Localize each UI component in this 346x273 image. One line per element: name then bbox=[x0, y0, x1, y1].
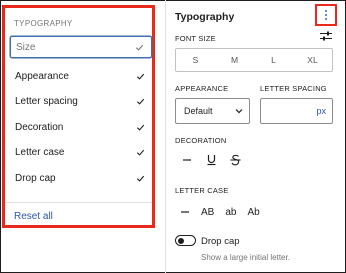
font-size-label: FONT SIZE bbox=[175, 34, 216, 43]
menu-item-label: Drop cap bbox=[15, 172, 56, 184]
letter-case-capitalize-button[interactable]: Ab bbox=[247, 205, 259, 219]
decoration-none-button[interactable] bbox=[180, 153, 194, 167]
menu-item-letter-case[interactable]: Letter case bbox=[10, 141, 152, 163]
menu-item-size[interactable]: Size bbox=[10, 36, 152, 58]
typography-options-button[interactable] bbox=[315, 4, 337, 26]
underline-icon bbox=[207, 155, 215, 166]
decoration-label: DECORATION bbox=[175, 136, 227, 145]
letter-case-options: AB ab Ab bbox=[180, 205, 260, 219]
menu-item-drop-cap[interactable]: Drop cap bbox=[10, 167, 152, 189]
letter-spacing-unit[interactable]: px bbox=[316, 106, 326, 116]
typography-options-menu: TYPOGRAPHY Size Appearance Letter spacin… bbox=[2, 5, 155, 228]
check-icon bbox=[136, 174, 145, 183]
reset-all-button[interactable]: Reset all bbox=[14, 211, 53, 222]
check-icon bbox=[136, 123, 145, 132]
menu-item-label: Decoration bbox=[15, 121, 64, 133]
font-size-picker: S M L XL bbox=[175, 48, 333, 72]
letter-spacing-input[interactable]: px bbox=[260, 98, 333, 124]
menu-item-label: Letter spacing bbox=[15, 95, 78, 107]
appearance-value: Default bbox=[184, 106, 213, 116]
letter-case-lowercase-button[interactable]: ab bbox=[225, 205, 236, 219]
chevron-down-icon bbox=[235, 109, 243, 114]
menu-item-label: Appearance bbox=[15, 70, 69, 82]
menu-item-letter-spacing[interactable]: Letter spacing bbox=[10, 90, 152, 112]
letter-case-uppercase-button[interactable]: AB bbox=[201, 205, 214, 219]
menu-divider bbox=[5, 202, 152, 203]
menu-heading: TYPOGRAPHY bbox=[14, 19, 73, 28]
sliders-icon[interactable] bbox=[320, 31, 332, 41]
panel-divider bbox=[165, 0, 166, 273]
font-size-extra-large[interactable]: XL bbox=[293, 49, 332, 71]
menu-item-decoration[interactable]: Decoration bbox=[10, 116, 152, 138]
check-icon bbox=[136, 148, 145, 157]
dash-icon bbox=[181, 211, 189, 213]
menu-item-label: Size bbox=[16, 41, 36, 53]
drop-cap-label: Drop cap bbox=[201, 236, 240, 247]
check-icon bbox=[136, 72, 145, 81]
drop-cap-toggle[interactable] bbox=[175, 235, 196, 246]
menu-item-label: Letter case bbox=[15, 146, 65, 158]
dash-icon bbox=[183, 159, 191, 161]
decoration-underline-button[interactable] bbox=[204, 153, 218, 167]
kebab-menu-icon bbox=[324, 9, 328, 21]
appearance-label: APPEARANCE bbox=[175, 84, 229, 93]
toggle-knob bbox=[177, 237, 184, 244]
font-size-small[interactable]: S bbox=[176, 49, 215, 71]
letter-case-label: LETTER CASE bbox=[175, 186, 229, 195]
check-icon bbox=[135, 43, 144, 52]
panel-title: Typography bbox=[175, 11, 235, 23]
menu-item-appearance[interactable]: Appearance bbox=[10, 65, 152, 87]
appearance-select[interactable]: Default bbox=[175, 98, 250, 124]
drop-cap-help-text: Show a large initial letter. bbox=[201, 253, 290, 262]
font-size-large[interactable]: L bbox=[254, 49, 293, 71]
strikethrough-icon bbox=[230, 154, 240, 166]
decoration-options bbox=[180, 153, 242, 167]
check-icon bbox=[136, 97, 145, 106]
decoration-strikethrough-button[interactable] bbox=[228, 153, 242, 167]
letter-spacing-label: LETTER SPACING bbox=[260, 84, 327, 93]
font-size-medium[interactable]: M bbox=[215, 49, 254, 71]
letter-case-none-button[interactable] bbox=[180, 205, 190, 219]
